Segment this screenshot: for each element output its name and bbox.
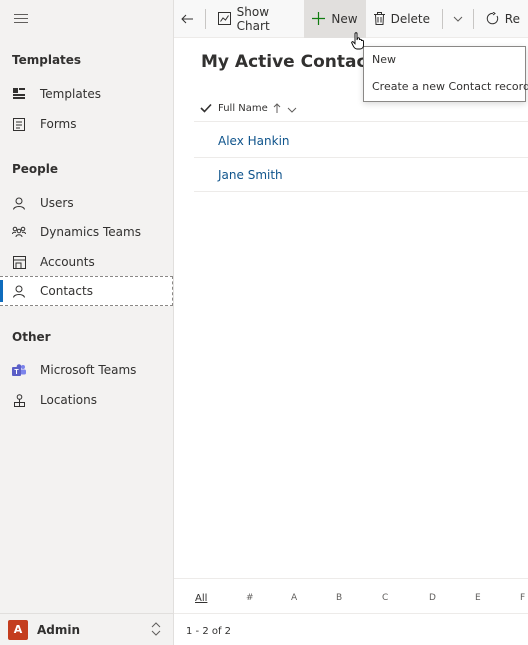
sidebar-item-accounts[interactable]: Accounts bbox=[0, 248, 173, 276]
plus-icon bbox=[312, 12, 326, 25]
contact-link[interactable]: Alex Hankin bbox=[218, 134, 290, 148]
delete-button[interactable]: Delete bbox=[366, 0, 438, 38]
alpha-filter-c[interactable]: C bbox=[382, 593, 388, 603]
chevron-updown-icon[interactable] bbox=[151, 622, 161, 639]
record-count: 1 - 2 of 2 bbox=[186, 626, 232, 637]
sidebar-item-label: Accounts bbox=[40, 255, 95, 269]
alpha-filter-e[interactable]: E bbox=[475, 593, 481, 603]
alpha-filter-b[interactable]: B bbox=[336, 593, 342, 603]
group-title-people: People bbox=[12, 162, 59, 176]
chevron-down-icon[interactable] bbox=[287, 102, 297, 116]
sidebar-footer[interactable]: A Admin bbox=[0, 613, 173, 645]
trash-icon bbox=[373, 12, 385, 25]
table-row[interactable]: Alex Hankin bbox=[194, 124, 528, 158]
sidebar-item-templates[interactable]: Templates bbox=[0, 80, 173, 108]
locations-icon bbox=[12, 393, 26, 407]
sort-ascending-icon bbox=[273, 102, 281, 116]
show-chart-label: Show Chart bbox=[236, 4, 270, 33]
alpha-filter-d[interactable]: D bbox=[429, 593, 436, 603]
alpha-filter-a[interactable]: A bbox=[291, 593, 297, 603]
sidebar-item-label: Forms bbox=[40, 117, 77, 131]
hand-pointer-cursor-icon bbox=[351, 32, 365, 53]
svg-text:T: T bbox=[14, 369, 19, 376]
sidebar-item-locations[interactable]: Locations bbox=[0, 386, 173, 414]
contact-link[interactable]: Jane Smith bbox=[218, 168, 283, 182]
sidebar-item-label: Templates bbox=[40, 87, 102, 101]
refresh-label: Re bbox=[504, 11, 520, 26]
sidebar-item-contacts[interactable]: Contacts bbox=[0, 276, 173, 306]
chart-icon bbox=[217, 12, 231, 25]
toolbar-divider bbox=[442, 8, 443, 29]
column-header-full-name[interactable]: Full Name bbox=[218, 103, 268, 114]
group-title-other: Other bbox=[12, 330, 51, 344]
alpha-filter-all[interactable]: All bbox=[195, 593, 207, 604]
teams-icon bbox=[12, 225, 26, 239]
sidebar-item-label: Microsoft Teams bbox=[40, 363, 137, 377]
back-button[interactable] bbox=[174, 0, 201, 38]
sidebar-item-forms[interactable]: Forms bbox=[0, 110, 173, 138]
microsoft-teams-icon: T bbox=[12, 363, 26, 377]
show-chart-button[interactable]: Show Chart bbox=[210, 0, 305, 38]
toolbar-divider bbox=[472, 8, 474, 29]
hamburger-menu-icon[interactable] bbox=[14, 14, 28, 24]
tooltip-description: Create a new Contact record. bbox=[372, 80, 528, 93]
page-title: My Active Contacts bbox=[201, 52, 385, 72]
user-icon bbox=[12, 196, 26, 210]
alpha-filter-hash[interactable]: # bbox=[246, 593, 254, 603]
templates-icon bbox=[12, 87, 26, 101]
refresh-button[interactable]: Re bbox=[478, 0, 528, 38]
new-label: New bbox=[331, 11, 358, 26]
accounts-icon bbox=[12, 255, 26, 269]
sidebar-item-label: Users bbox=[40, 196, 74, 210]
forms-icon bbox=[12, 117, 26, 131]
select-all-check-icon[interactable] bbox=[200, 102, 212, 116]
sidebar-item-dynamics-teams[interactable]: Dynamics Teams bbox=[0, 218, 173, 246]
avatar: A bbox=[8, 619, 28, 640]
delete-label: Delete bbox=[390, 11, 431, 26]
sidebar-item-label: Locations bbox=[40, 393, 98, 407]
tooltip-title: New bbox=[372, 53, 396, 66]
arrow-left-icon bbox=[181, 14, 193, 23]
sidebar-item-microsoft-teams[interactable]: T Microsoft Teams bbox=[0, 356, 173, 384]
area-switcher-label: Admin bbox=[37, 622, 81, 637]
table-row[interactable]: Jane Smith bbox=[194, 158, 528, 192]
alpha-filter-f[interactable]: F bbox=[520, 593, 525, 603]
new-button-tooltip: New Create a new Contact record. bbox=[363, 46, 528, 102]
sidebar-item-label: Contacts bbox=[40, 284, 93, 298]
contact-icon bbox=[12, 284, 26, 298]
chevron-down-icon bbox=[453, 16, 463, 22]
group-title-templates: Templates bbox=[12, 53, 82, 67]
refresh-icon bbox=[486, 12, 499, 25]
sidebar: Templates Templates Forms People Users D… bbox=[0, 0, 174, 645]
toolbar-divider bbox=[204, 8, 206, 29]
sidebar-item-label: Dynamics Teams bbox=[40, 225, 141, 239]
more-commands-button[interactable] bbox=[447, 0, 469, 38]
alphabet-filter: All # A B C D E F bbox=[174, 578, 528, 614]
sidebar-item-users[interactable]: Users bbox=[0, 189, 173, 217]
